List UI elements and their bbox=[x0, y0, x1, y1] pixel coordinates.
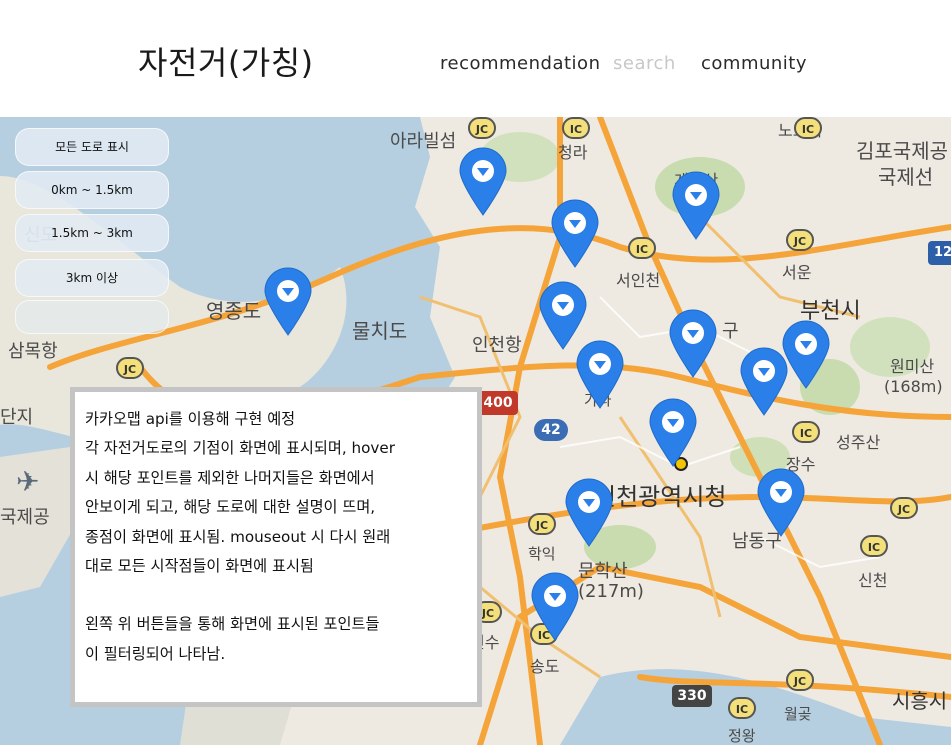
route-shield-330: 330 bbox=[672, 685, 712, 707]
description-panel: 카카오맵 api를 이용해 구현 예정 각 자전거도로의 기점이 화면에 표시되… bbox=[70, 387, 482, 707]
map-pin-icon[interactable] bbox=[263, 267, 313, 337]
ic-badge: IC bbox=[562, 117, 590, 139]
map-label: 인천항 bbox=[472, 335, 522, 356]
ic-badge: IC bbox=[628, 237, 656, 259]
map-pin-icon[interactable] bbox=[739, 347, 789, 417]
map-label: 단지 bbox=[0, 407, 34, 428]
map-pin-icon[interactable] bbox=[671, 171, 721, 241]
map-label: 정왕 bbox=[728, 727, 756, 745]
map-pin-icon[interactable] bbox=[550, 199, 600, 269]
ic-badge: IC bbox=[728, 697, 756, 719]
description-line: 종점이 화면에 표시됨. mouseout 시 다시 원래 bbox=[85, 527, 391, 546]
route-shield-12: 12 bbox=[928, 241, 951, 265]
map-pin-icon[interactable] bbox=[648, 398, 698, 468]
map-label: 송도 bbox=[530, 657, 560, 676]
filter-all-button[interactable]: 모든 도로 표시 bbox=[15, 128, 169, 166]
map-label: 원미산 bbox=[890, 357, 935, 376]
map-pin-icon[interactable] bbox=[756, 468, 806, 538]
ic-badge: IC bbox=[792, 421, 820, 443]
map-label: 국제선 bbox=[878, 165, 934, 189]
map-label: (168m) bbox=[884, 377, 943, 396]
map-label: 김포국제공 bbox=[856, 139, 948, 163]
nav-recommendation[interactable]: recommendation bbox=[440, 53, 600, 74]
map-label: 영종도 bbox=[206, 299, 262, 323]
ic-badge: IC bbox=[794, 117, 822, 139]
description-line: 이 필터링되어 나타남. bbox=[85, 644, 226, 663]
description-line: 각 자전거도로의 기점이 화면에 표시되며, hover bbox=[85, 439, 395, 458]
map-label: (217m) bbox=[578, 581, 644, 602]
jc-badge: JC bbox=[890, 497, 918, 519]
top-header: 자전거(가칭) recommendation search community bbox=[0, 0, 951, 117]
map-label: 월곶 bbox=[784, 705, 812, 723]
map-label: 국제공 bbox=[0, 507, 50, 528]
filter-1.5-3km-button[interactable]: 1.5km ~ 3km bbox=[15, 214, 169, 252]
map-label: 삼목항 bbox=[8, 341, 58, 362]
jc-badge: JC bbox=[786, 229, 814, 251]
map-label: 구 bbox=[722, 321, 739, 342]
map-label: 아라빌섬 bbox=[390, 131, 457, 152]
map-label: 청라 bbox=[558, 143, 588, 162]
jc-badge: JC bbox=[528, 513, 556, 535]
description-line: 카카오맵 api를 이용해 구현 예정 bbox=[85, 410, 296, 428]
app-logo[interactable]: 자전거(가칭) bbox=[138, 38, 314, 84]
description-line: 왼쪽 위 버튼들을 통해 화면에 표시된 포인트들 bbox=[85, 615, 380, 634]
nav-search[interactable]: search bbox=[613, 53, 676, 74]
filter-3km-plus-button[interactable]: 3km 이상 bbox=[15, 259, 169, 297]
map-label: 문학산 bbox=[578, 561, 628, 582]
jc-badge: JC bbox=[786, 669, 814, 691]
route-shield-400: 400 bbox=[478, 391, 518, 415]
map-pin-icon[interactable] bbox=[575, 340, 625, 410]
ic-badge: IC bbox=[860, 535, 888, 557]
filter-extra-button[interactable] bbox=[15, 300, 169, 334]
map-label: 신천 bbox=[858, 571, 888, 590]
map-pin-icon[interactable] bbox=[564, 478, 614, 548]
nav-community[interactable]: community bbox=[701, 53, 807, 74]
map-label: 시흥시 bbox=[892, 689, 948, 713]
airport-icon: ✈ bbox=[16, 465, 40, 498]
map-pin-icon[interactable] bbox=[530, 572, 580, 642]
jc-badge: JC bbox=[116, 357, 144, 379]
map-label: 성주산 bbox=[836, 433, 881, 452]
jc-badge: JC bbox=[468, 117, 496, 139]
description-line: 대로 모든 시작점들이 화면에 표시됨 bbox=[85, 557, 314, 576]
filter-0-1.5km-button[interactable]: 0km ~ 1.5km bbox=[15, 171, 169, 209]
map-label: 학익 bbox=[528, 545, 556, 563]
map-label: 물치도 bbox=[352, 319, 408, 343]
route-shield-42: 42 bbox=[534, 419, 568, 441]
map-label: 서운 bbox=[782, 263, 812, 282]
description-line: 시 해당 포인트를 제외한 나머지들은 화면에서 bbox=[85, 468, 375, 487]
map-pin-icon[interactable] bbox=[668, 309, 718, 379]
map-label: 서인천 bbox=[616, 271, 661, 290]
map-pin-icon[interactable] bbox=[458, 147, 508, 217]
description-line: 안보이게 되고, 해당 도로에 대한 설명이 뜨며, bbox=[85, 498, 376, 517]
